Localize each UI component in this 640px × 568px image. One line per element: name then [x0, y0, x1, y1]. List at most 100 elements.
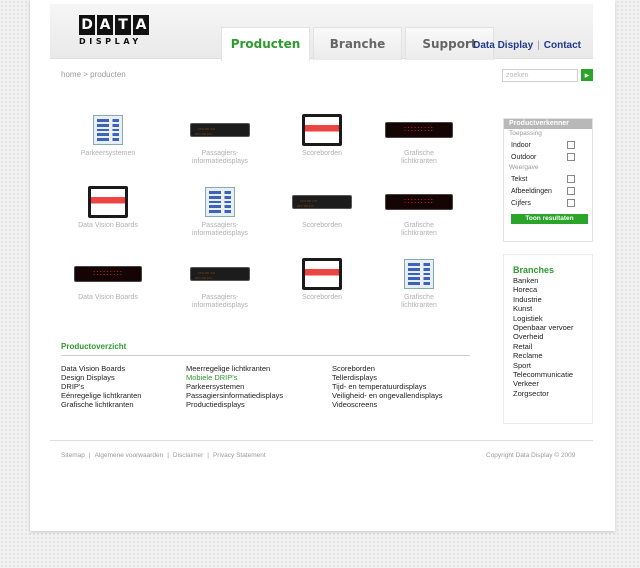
- filter-option-indoor[interactable]: Indoor: [504, 139, 592, 151]
- orange-led-display-image: ::::: :::: ::::::::: :::: ::::: [284, 185, 360, 219]
- product-tile[interactable]: ::::: :::: ::::::::: :::: :::: Passagiers…: [182, 257, 258, 310]
- overview-link[interactable]: Parkeersystemen: [186, 382, 283, 391]
- product-label[interactable]: Parkeersystemen: [70, 150, 146, 158]
- product-tile[interactable]: Data Vision Boards: [70, 185, 146, 230]
- overview-link[interactable]: Eénregelige lichtkranten: [61, 391, 141, 400]
- branch-link[interactable]: Retail: [513, 342, 592, 351]
- branch-link[interactable]: Zorgsector: [513, 389, 592, 398]
- data-display-link[interactable]: Data Display: [473, 40, 533, 51]
- footer-link-sitemap[interactable]: Sitemap: [61, 452, 85, 459]
- overview-link[interactable]: Veiligheid- en ongevallendisplays: [332, 391, 443, 400]
- product-label[interactable]: Grafische lichtkranten: [381, 150, 457, 166]
- product-tile[interactable]: ::::::::: Data Vision Boards: [70, 257, 146, 302]
- branch-link[interactable]: Sport: [513, 361, 592, 370]
- checkbox[interactable]: [567, 175, 575, 183]
- branch-link[interactable]: Kunst: [513, 304, 592, 313]
- product-label[interactable]: Passagiers- informatiedisplays: [182, 222, 258, 238]
- product-label[interactable]: Data Vision Boards: [70, 222, 146, 230]
- product-tile[interactable]: Passagiers- informatiedisplays: [182, 185, 258, 238]
- product-tile[interactable]: ::::::::: Grafische lichtkranten: [381, 185, 457, 238]
- branch-link[interactable]: Banken: [513, 276, 592, 285]
- red-led-display-image: :::::::::: [381, 113, 457, 147]
- branch-link[interactable]: Reclame: [513, 351, 592, 360]
- overview-link[interactable]: Scoreborden: [332, 364, 443, 373]
- overview-link[interactable]: Data Vision Boards: [61, 364, 141, 373]
- parking-display-image: [70, 113, 146, 147]
- overview-link[interactable]: Grafische lichtkranten: [61, 400, 141, 409]
- overview-link[interactable]: Productiedisplays: [186, 400, 283, 409]
- product-label[interactable]: Scoreborden: [284, 222, 360, 230]
- logo-subtitle: DISPLAY: [79, 37, 142, 46]
- filter-option-afbeeldingen[interactable]: Afbeeldingen: [504, 185, 592, 197]
- overview-link[interactable]: DRIP's: [61, 382, 141, 391]
- show-results-button[interactable]: Toon resultaten: [511, 214, 588, 224]
- page-container: D A T A DISPLAY Producten Branche Suppor…: [30, 0, 615, 531]
- red-led-display-image: :::::::::: [70, 257, 146, 291]
- footer-link-disclaimer[interactable]: Disclaimer: [173, 452, 203, 459]
- product-label[interactable]: Grafische lichtkranten: [381, 222, 457, 238]
- filter-option-cijfers[interactable]: Cijfers: [504, 197, 592, 209]
- filter-option-outdoor[interactable]: Outdoor: [504, 151, 592, 163]
- copyright: Copyright Data Display © 2009: [486, 452, 576, 459]
- checkbox[interactable]: [567, 199, 575, 207]
- product-label[interactable]: Passagiers- informatiedisplays: [182, 150, 258, 166]
- product-label[interactable]: Grafische lichtkranten: [381, 294, 457, 310]
- branch-link[interactable]: Openbaar vervoer: [513, 323, 592, 332]
- contact-link[interactable]: Contact: [544, 40, 581, 51]
- search-input[interactable]: zoeken: [502, 69, 578, 82]
- product-label[interactable]: Passagiers- informatiedisplays: [182, 294, 258, 310]
- product-label[interactable]: Scoreborden: [284, 150, 360, 158]
- breadcrumb[interactable]: home > producten: [61, 70, 126, 79]
- product-tile[interactable]: Scoreborden: [284, 257, 360, 302]
- checkbox[interactable]: [567, 187, 575, 195]
- site-header: D A T A DISPLAY Producten Branche Suppor…: [50, 4, 593, 61]
- logo-letter: T: [115, 15, 131, 35]
- product-tile[interactable]: ::::::::: Grafische lichtkranten: [381, 113, 457, 166]
- product-tile[interactable]: ::::: :::: ::::::::: :::: :::: Passagiers…: [182, 113, 258, 166]
- branches-panel: Branches Banken Horeca Industrie Kunst Logis…: [503, 254, 593, 424]
- product-label[interactable]: Data Vision Boards: [70, 294, 146, 302]
- checkbox[interactable]: [567, 141, 575, 149]
- branch-link[interactable]: Logistiek: [513, 314, 592, 323]
- footer-link-privacy[interactable]: Privacy Statement: [213, 452, 266, 459]
- link-separator: |: [167, 452, 169, 459]
- branch-link[interactable]: Verkeer: [513, 379, 592, 388]
- overview-link[interactable]: Design Displays: [61, 373, 141, 382]
- data-display-logo[interactable]: D A T A DISPLAY: [79, 15, 151, 49]
- footer-link-terms[interactable]: Algemene voorwaarden: [95, 452, 164, 459]
- product-explorer-title: Productverkenner: [504, 119, 592, 129]
- overview-link[interactable]: Videoscreens: [332, 400, 443, 409]
- tab-branche[interactable]: Branche: [313, 27, 402, 60]
- overview-link[interactable]: Mobiele DRIP's: [186, 373, 283, 382]
- footer-links: Sitemap | Algemene voorwaarden | Disclaimer |…: [61, 452, 266, 459]
- product-label[interactable]: Scoreborden: [284, 294, 360, 302]
- scoreboard-image: [284, 113, 360, 147]
- product-tile[interactable]: Parkeersystemen: [70, 113, 146, 158]
- branch-link[interactable]: Overheid: [513, 332, 592, 341]
- branches-title: Branches: [513, 265, 555, 275]
- overview-column: Meerregelige lichtkranten Mobiele DRIP's P…: [186, 364, 283, 409]
- branch-link[interactable]: Industrie: [513, 295, 592, 304]
- checkbox[interactable]: [567, 153, 575, 161]
- product-tile[interactable]: Scoreborden: [284, 113, 360, 158]
- filter-group-label: Toepassing: [509, 130, 542, 137]
- link-separator: |: [207, 452, 209, 459]
- filter-group-label: Weergave: [509, 164, 539, 171]
- orange-led-display-image: ::::: :::: ::::::::: :::: ::::: [182, 113, 258, 147]
- branch-link[interactable]: Horeca: [513, 285, 592, 294]
- overview-link[interactable]: Passagiersinformatiedisplays: [186, 391, 283, 400]
- search-button[interactable]: ▸: [581, 69, 593, 81]
- overview-link[interactable]: Tijd- en temperatuurdisplays: [332, 382, 443, 391]
- red-led-display-image: :::::::::: [381, 185, 457, 219]
- overview-link[interactable]: Meerregelige lichtkranten: [186, 364, 283, 373]
- filter-option-tekst[interactable]: Tekst: [504, 173, 592, 185]
- logo-letter: A: [133, 15, 149, 35]
- parking-display-image: [182, 185, 258, 219]
- tab-producten[interactable]: Producten: [221, 27, 310, 61]
- divider: [61, 355, 470, 356]
- product-tile[interactable]: Grafische lichtkranten: [381, 257, 457, 310]
- overview-link[interactable]: Tellerdisplays: [332, 373, 443, 382]
- logo-letter: A: [97, 15, 113, 35]
- branch-link[interactable]: Telecommunicatie: [513, 370, 592, 379]
- product-tile[interactable]: ::::: :::: ::::::::: :::: :::: Scoreborde…: [284, 185, 360, 230]
